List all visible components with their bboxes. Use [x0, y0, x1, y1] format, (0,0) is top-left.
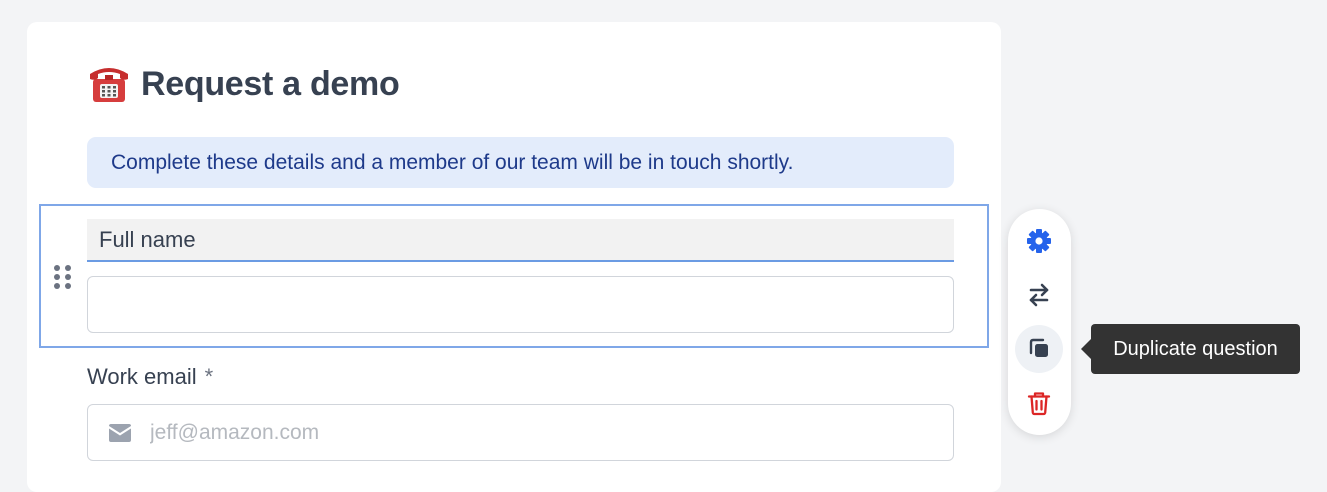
settings-button[interactable]	[1015, 217, 1063, 265]
duplicate-button[interactable]	[1015, 325, 1063, 373]
full-name-input[interactable]	[87, 276, 954, 333]
question-label-editor[interactable]: Full name	[87, 219, 954, 262]
drag-handle-icon[interactable]	[53, 264, 73, 292]
work-email-label-text: Work email	[87, 364, 197, 389]
duplicate-tooltip: Duplicate question	[1091, 324, 1300, 374]
info-banner-text: Complete these details and a member of o…	[111, 150, 794, 174]
work-email-field[interactable]	[87, 404, 954, 461]
required-marker: *	[204, 364, 214, 389]
duplicate-icon	[1029, 338, 1048, 357]
form-title: Request a demo	[87, 62, 400, 106]
work-email-label: Work email *	[87, 364, 213, 390]
work-email-input[interactable]	[148, 419, 852, 446]
question-label-text[interactable]: Full name	[99, 227, 196, 253]
delete-button[interactable]	[1015, 379, 1063, 427]
telephone-icon	[87, 62, 131, 106]
change-type-button[interactable]	[1015, 271, 1063, 319]
form-title-text: Request a demo	[141, 64, 400, 103]
question-toolbar	[1008, 209, 1071, 435]
tooltip-arrow	[1081, 339, 1091, 359]
gear-icon	[1027, 229, 1051, 253]
envelope-icon	[108, 423, 132, 442]
trash-icon	[1027, 392, 1051, 416]
tooltip-text: Duplicate question	[1113, 337, 1278, 360]
info-banner: Complete these details and a member of o…	[87, 137, 954, 188]
swap-arrows-icon	[1029, 283, 1049, 307]
